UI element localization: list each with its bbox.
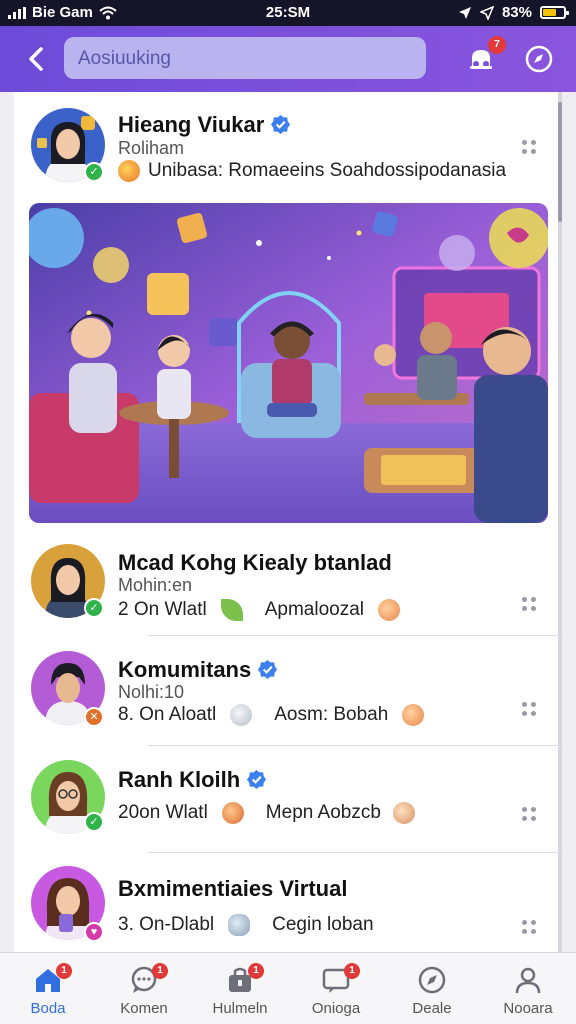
heart-emoji-icon	[118, 160, 140, 182]
face-emoji-icon	[402, 704, 425, 726]
verified-icon	[258, 659, 278, 680]
list-item[interactable]: ✕ Komumitans Nolhi:10 8. On Aloatl Aosm:…	[14, 647, 562, 745]
notification-badge: 7	[488, 36, 506, 54]
post-name: Komumitans	[118, 657, 278, 683]
nav-badge: 1	[344, 963, 360, 979]
post-meta: 8. On Aloatl Aosm: Bobah	[118, 704, 425, 726]
post-name: Ranh Kloilh	[118, 767, 267, 793]
status-bar: Bie Gam 25:SM 83%	[0, 0, 576, 26]
back-button[interactable]	[22, 44, 52, 74]
search-input[interactable]: Aosiuuking	[64, 37, 426, 79]
verified-icon	[247, 769, 267, 790]
nav-label: Nooara	[503, 1000, 553, 1017]
list-item[interactable]: ✓ Ranh Kloilh 20on Wlatl Mepn Aobzcb	[14, 757, 562, 852]
online-badge: ✓	[84, 162, 104, 182]
location-outline-icon	[479, 5, 494, 20]
featured-post-name: Hieang Viukar	[118, 112, 291, 138]
compass-icon	[525, 45, 553, 73]
profile-icon	[515, 967, 541, 994]
nav-item-profile[interactable]: Nooara	[480, 953, 576, 1024]
status-badge: ✓	[84, 598, 104, 618]
nav-badge: 1	[152, 963, 168, 979]
face-emoji-icon	[378, 599, 400, 621]
face-emoji-icon	[392, 802, 415, 824]
nav-label: Deale	[412, 1000, 452, 1017]
virtual-lounge-illustration	[29, 203, 548, 523]
nav-label: Hulmeln	[212, 1000, 268, 1017]
search-placeholder: Aosiuuking	[78, 48, 171, 69]
nav-item-messages[interactable]: 1 Onioga	[288, 953, 384, 1024]
nav-item-chat[interactable]: 1 Komen	[96, 953, 192, 1024]
more-options-icon[interactable]	[522, 920, 538, 936]
compass-button[interactable]	[522, 42, 556, 76]
divider	[148, 852, 562, 853]
featured-post-subtitle: Roliham	[118, 138, 185, 158]
post-image[interactable]	[29, 203, 548, 523]
nav-badge: 1	[56, 963, 72, 979]
battery-percent: 83%	[501, 4, 532, 21]
nav-label: Onioga	[311, 1000, 361, 1017]
location-icon	[458, 6, 471, 19]
more-options-icon[interactable]	[522, 702, 538, 718]
nav-item-home[interactable]: 1 Boda	[0, 953, 96, 1024]
nav-item-store[interactable]: 1 Hulmeln	[192, 953, 288, 1024]
egg-icon	[230, 704, 253, 726]
bottom-nav: 1 Boda 1 Komen 1 Hulmeln 1 Onioga Deale …	[0, 952, 576, 1024]
post-name: Bxmimentiaies Virtual	[118, 876, 348, 901]
status-badge: ♥	[84, 922, 104, 942]
leaf-icon	[220, 599, 243, 621]
post-name: Mcad Kohg Kiealy btanlad	[118, 550, 392, 575]
divider	[148, 745, 562, 746]
feed[interactable]: ✓ Hieang Viukar Roliham Unibasa: Romaeei…	[14, 92, 562, 952]
notification-button[interactable]: 7	[464, 36, 506, 76]
nav-label: Komen	[120, 1000, 168, 1017]
nav-badge: 1	[248, 963, 264, 979]
back-icon	[29, 47, 43, 71]
list-item[interactable]: ♥ Bxmimentiaies Virtual 3. On-Dlabl Cegi…	[14, 862, 562, 952]
divider	[148, 635, 562, 636]
post-meta: 2 On Wlatl Apmaloozal	[118, 599, 400, 621]
featured-post-header[interactable]: ✓ Hieang Viukar Roliham Unibasa: Romaeei…	[14, 92, 562, 192]
battery-icon	[540, 6, 569, 19]
featured-post-description: Unibasa: Romaeeins Soahdossipodanasia	[118, 160, 506, 182]
more-options-icon[interactable]	[522, 140, 538, 156]
bag-emoji-icon	[221, 802, 244, 824]
post-subtitle: Mohin:en	[118, 575, 193, 595]
post-meta: 3. On-Dlabl Cegin loban	[118, 914, 374, 936]
more-options-icon[interactable]	[522, 807, 538, 823]
status-badge: ✕	[84, 707, 104, 727]
nav-label: Boda	[30, 1000, 66, 1017]
nav-item-explore[interactable]: Deale	[384, 953, 480, 1024]
verified-icon	[271, 114, 291, 135]
list-item[interactable]: ✓ Mcad Kohg Kiealy btanlad Mohin:en 2 On…	[14, 542, 562, 635]
robot-emoji-icon	[228, 914, 251, 936]
app-header: Aosiuuking 7	[0, 26, 576, 92]
status-badge: ✓	[84, 812, 104, 832]
more-options-icon[interactable]	[522, 597, 538, 613]
post-meta: 20on Wlatl Mepn Aobzcb	[118, 802, 415, 824]
post-subtitle: Nolhi:10	[118, 682, 185, 702]
explore-icon	[418, 966, 446, 994]
